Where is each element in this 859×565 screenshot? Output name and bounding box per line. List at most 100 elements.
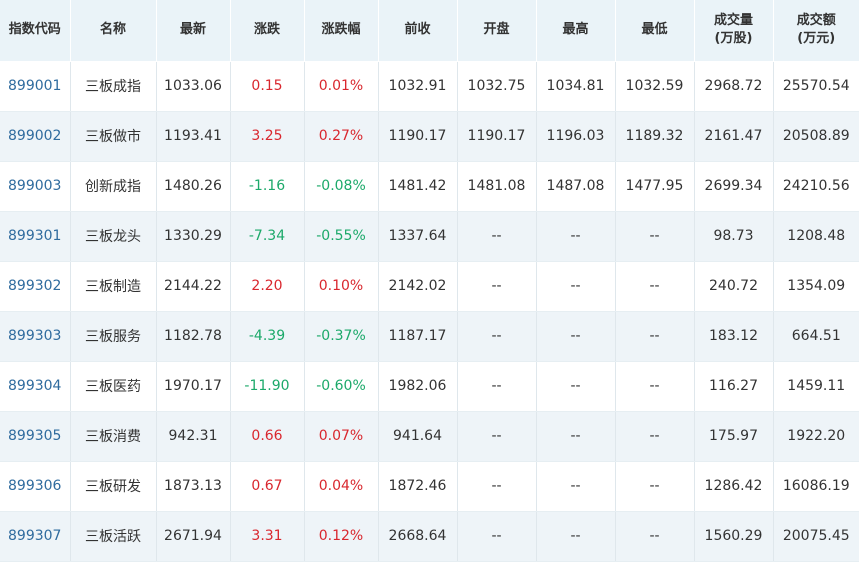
high-price: -- — [536, 211, 616, 262]
index-code-link[interactable]: 899305 — [0, 411, 71, 462]
amount: 1459.11 — [773, 361, 859, 412]
open-price: -- — [457, 411, 537, 462]
volume: 175.97 — [694, 411, 774, 462]
low-price: -- — [615, 461, 695, 512]
price-change-pct: -0.60% — [304, 361, 379, 412]
volume: 98.73 — [694, 211, 774, 262]
header-label: 开盘 — [483, 22, 510, 38]
amount: 1208.48 — [773, 211, 859, 262]
amount: 1922.20 — [773, 411, 859, 462]
latest-price: 1970.17 — [156, 361, 231, 412]
header-label: 名称 — [99, 22, 126, 38]
prev-close: 2142.02 — [378, 261, 458, 312]
price-change: -7.34 — [230, 211, 305, 262]
index-code-link[interactable]: 899001 — [0, 61, 71, 112]
header-label: 最低 — [641, 22, 668, 38]
volume: 116.27 — [694, 361, 774, 412]
table-row[interactable]: 899001 三板成指 1033.06 0.15 0.01% 1032.91 1032.75… — [0, 61, 859, 112]
open-price: -- — [457, 511, 537, 562]
table-body: 899001 三板成指 1033.06 0.15 0.01% 1032.91 1032.75… — [0, 61, 859, 562]
header-volume: 成交量 (万股) — [694, 0, 774, 62]
latest-price: 942.31 — [156, 411, 231, 462]
prev-close: 1481.42 — [378, 161, 458, 212]
prev-close: 1190.17 — [378, 111, 458, 162]
amount: 1354.09 — [773, 261, 859, 312]
prev-close: 941.64 — [378, 411, 458, 462]
header-index-code: 指数代码 — [0, 0, 71, 62]
index-quotes-table: 指数代码 名称 最新 涨跌 涨跌幅 前收 开盘 最高 最低 成交量 (万股) 成交额 (万元) 8990… — [0, 0, 859, 562]
price-change-pct: -0.55% — [304, 211, 379, 262]
header-label: 涨跌 — [253, 22, 280, 38]
header-amount: 成交额 (万元) — [773, 0, 859, 62]
table-row[interactable]: 899301 三板龙头 1330.29 -7.34 -0.55% 1337.64 -- -- -… — [0, 211, 859, 262]
index-name: 三板医药 — [70, 361, 157, 412]
latest-price: 1182.78 — [156, 311, 231, 362]
table-row[interactable]: 899306 三板研发 1873.13 0.67 0.04% 1872.46 -- -- -- 1… — [0, 461, 859, 512]
table-row[interactable]: 899305 三板消费 942.31 0.66 0.07% 941.64 -- -- -- 175… — [0, 411, 859, 462]
prev-close: 1982.06 — [378, 361, 458, 412]
high-price: -- — [536, 511, 616, 562]
price-change-pct: 0.01% — [304, 61, 379, 112]
price-change: 3.25 — [230, 111, 305, 162]
index-code-link[interactable]: 899302 — [0, 261, 71, 312]
header-change-pct: 涨跌幅 — [304, 0, 379, 62]
high-price: -- — [536, 461, 616, 512]
latest-price: 2144.22 — [156, 261, 231, 312]
price-change: 0.66 — [230, 411, 305, 462]
volume: 240.72 — [694, 261, 774, 312]
index-code-link[interactable]: 899002 — [0, 111, 71, 162]
latest-price: 1193.41 — [156, 111, 231, 162]
high-price: 1196.03 — [536, 111, 616, 162]
low-price: 1032.59 — [615, 61, 695, 112]
index-code-link[interactable]: 899304 — [0, 361, 71, 412]
header-change: 涨跌 — [230, 0, 305, 62]
table-row[interactable]: 899307 三板活跃 2671.94 3.31 0.12% 2668.64 -- -- -- 1… — [0, 511, 859, 562]
price-change-pct: -0.37% — [304, 311, 379, 362]
open-price: -- — [457, 261, 537, 312]
volume: 1560.29 — [694, 511, 774, 562]
index-code-link[interactable]: 899307 — [0, 511, 71, 562]
header-name: 名称 — [70, 0, 157, 62]
price-change-pct: -0.08% — [304, 161, 379, 212]
volume: 1286.42 — [694, 461, 774, 512]
price-change: -1.16 — [230, 161, 305, 212]
table-row[interactable]: 899002 三板做市 1193.41 3.25 0.27% 1190.17 1190.17… — [0, 111, 859, 162]
header-label: 最新 — [179, 22, 206, 38]
high-price: 1034.81 — [536, 61, 616, 112]
header-label: 成交量 — [713, 13, 753, 29]
price-change-pct: 0.12% — [304, 511, 379, 562]
header-high: 最高 — [536, 0, 616, 62]
open-price: -- — [457, 211, 537, 262]
prev-close: 1032.91 — [378, 61, 458, 112]
header-label: 前收 — [404, 22, 431, 38]
open-price: 1032.75 — [457, 61, 537, 112]
latest-price: 1033.06 — [156, 61, 231, 112]
latest-price: 1480.26 — [156, 161, 231, 212]
prev-close: 1187.17 — [378, 311, 458, 362]
latest-price: 1330.29 — [156, 211, 231, 262]
high-price: -- — [536, 261, 616, 312]
index-code-link[interactable]: 899003 — [0, 161, 71, 212]
price-change-pct: 0.10% — [304, 261, 379, 312]
index-code-link[interactable]: 899306 — [0, 461, 71, 512]
header-label: 成交额 — [796, 13, 836, 29]
high-price: -- — [536, 311, 616, 362]
index-code-link[interactable]: 899303 — [0, 311, 71, 362]
price-change-pct: 0.27% — [304, 111, 379, 162]
volume: 183.12 — [694, 311, 774, 362]
price-change: 2.20 — [230, 261, 305, 312]
table-row[interactable]: 899302 三板制造 2144.22 2.20 0.10% 2142.02 -- -- -- 2… — [0, 261, 859, 312]
index-name: 三板龙头 — [70, 211, 157, 262]
index-name: 三板做市 — [70, 111, 157, 162]
header-prev-close: 前收 — [378, 0, 458, 62]
index-name: 创新成指 — [70, 161, 157, 212]
index-code-link[interactable]: 899301 — [0, 211, 71, 262]
table-row[interactable]: 899003 创新成指 1480.26 -1.16 -0.08% 1481.42 1481.… — [0, 161, 859, 212]
index-name: 三板制造 — [70, 261, 157, 312]
table-row[interactable]: 899303 三板服务 1182.78 -4.39 -0.37% 1187.17 -- -- -… — [0, 311, 859, 362]
high-price: 1487.08 — [536, 161, 616, 212]
low-price: -- — [615, 361, 695, 412]
table-row[interactable]: 899304 三板医药 1970.17 -11.90 -0.60% 1982.06 -- --… — [0, 361, 859, 412]
open-price: -- — [457, 461, 537, 512]
index-name: 三板研发 — [70, 461, 157, 512]
